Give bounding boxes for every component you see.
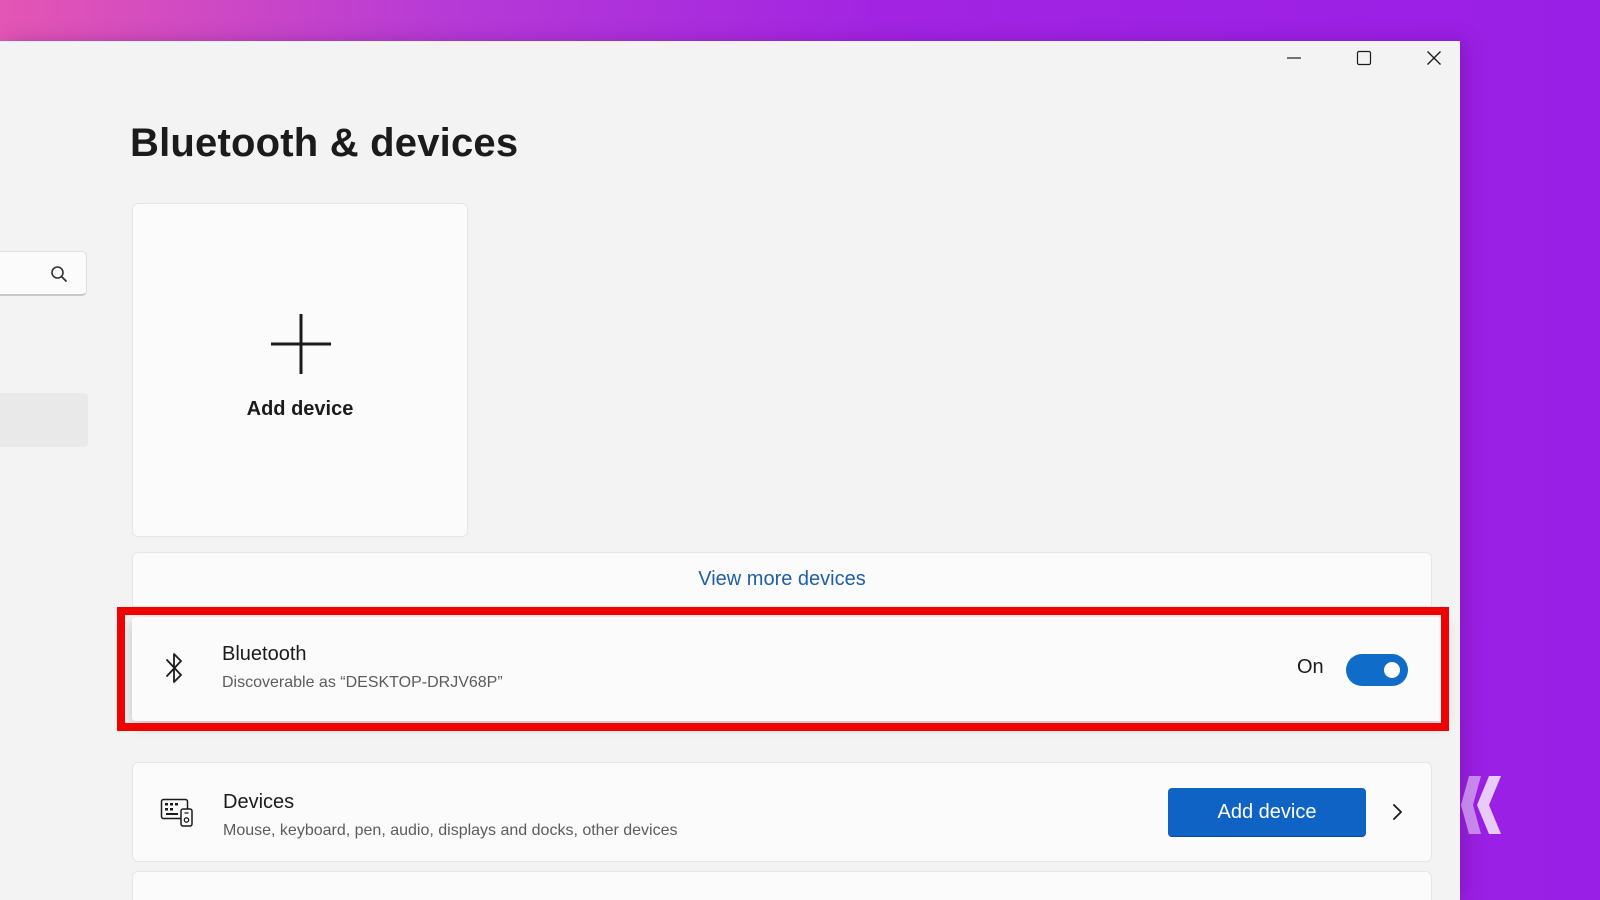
- toggle-knob: [1384, 662, 1400, 678]
- devices-title: Devices: [223, 791, 295, 813]
- devices-setting-row[interactable]: Devices Mouse, keyboard, pen, audio, dis…: [132, 762, 1432, 862]
- view-more-devices-link[interactable]: View more devices: [698, 568, 865, 591]
- bluetooth-title: Bluetooth: [222, 643, 307, 665]
- bluetooth-icon: [166, 653, 182, 683]
- bluetooth-subtitle: Discoverable as “DESKTOP-DRJV68P”: [222, 674, 503, 691]
- settings-window: Bluetooth & devices Add device View more…: [0, 41, 1460, 900]
- add-device-tile-label: Add device: [246, 398, 354, 420]
- minimize-icon: [1287, 57, 1301, 59]
- bluetooth-setting-row: Bluetooth Discoverable as “DESKTOP-DRJV6…: [132, 617, 1444, 721]
- next-setting-row-partial[interactable]: [132, 871, 1432, 900]
- minimize-button[interactable]: [1266, 41, 1322, 75]
- add-device-tile[interactable]: Add device: [132, 203, 468, 537]
- maximize-button[interactable]: [1336, 41, 1392, 75]
- devices-subtitle: Mouse, keyboard, pen, audio, displays an…: [223, 822, 678, 839]
- close-button[interactable]: [1406, 41, 1460, 75]
- bluetooth-toggle[interactable]: [1346, 654, 1408, 686]
- search-icon: [51, 266, 67, 282]
- plus-icon: [271, 314, 331, 374]
- chevron-right-icon[interactable]: [1390, 802, 1404, 822]
- sidebar-item-bluetooth-devices[interactable]: [0, 393, 88, 447]
- maximize-icon: [1356, 50, 1372, 66]
- bluetooth-toggle-label: On: [1297, 656, 1324, 678]
- devices-icon: [160, 798, 193, 827]
- view-more-devices-bar: View more devices: [132, 552, 1432, 607]
- close-icon: [1427, 51, 1441, 65]
- add-device-button[interactable]: Add device: [1168, 788, 1366, 836]
- page-title: Bluetooth & devices: [130, 121, 519, 165]
- watermark-k-icon: [1461, 776, 1501, 834]
- search-input[interactable]: [0, 251, 87, 296]
